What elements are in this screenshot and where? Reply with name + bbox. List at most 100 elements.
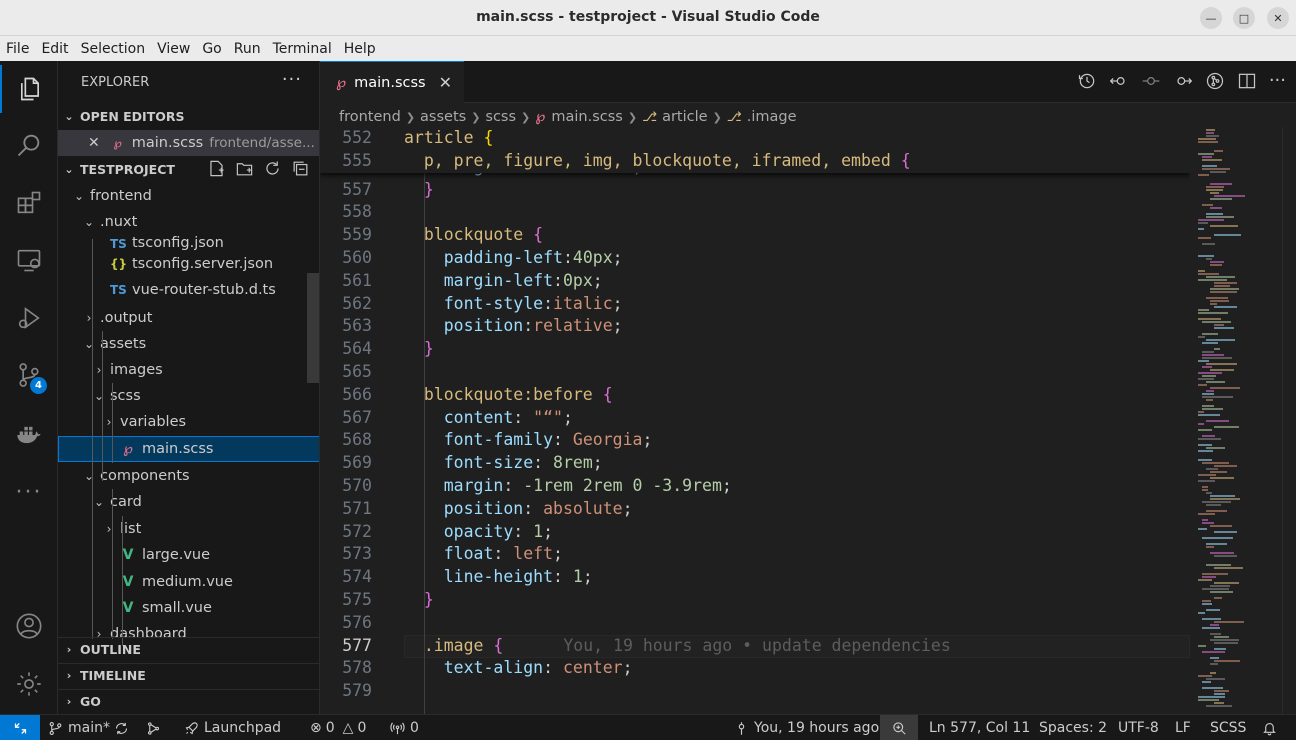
- graph-status[interactable]: [146, 715, 166, 740]
- close-window-button[interactable]: ✕: [1267, 7, 1289, 29]
- collapse-all-icon[interactable]: [291, 159, 310, 178]
- menu-view[interactable]: View: [151, 41, 196, 57]
- timeline-section[interactable]: › TIMELINE: [58, 663, 319, 687]
- minimap-line: [1210, 552, 1234, 554]
- breadcrumb-item[interactable]: scss: [485, 109, 516, 125]
- remote-indicator[interactable]: [0, 715, 40, 740]
- tree-item[interactable]: › list: [58, 516, 319, 542]
- code-editor[interactable]: 552 article {555 p, pre, figure, img, blo…: [320, 127, 1190, 714]
- eol-status[interactable]: LF: [1175, 715, 1191, 740]
- git-commit-icon[interactable]: [1141, 71, 1161, 91]
- manage-activity[interactable]: [0, 660, 58, 708]
- indent-guide: [112, 489, 113, 639]
- docker-activity[interactable]: [0, 411, 58, 459]
- extensions-activity[interactable]: [0, 179, 58, 227]
- sticky-scroll[interactable]: 552 article {555 p, pre, figure, img, blo…: [320, 127, 1190, 173]
- run-debug-activity[interactable]: [0, 294, 58, 342]
- open-editor-item[interactable]: ✕ ℘ main.scss frontend/asse...: [58, 130, 319, 156]
- explorer-activity[interactable]: [0, 65, 58, 113]
- timeline-history-icon[interactable]: [1077, 71, 1097, 91]
- minimize-button[interactable]: —: [1200, 7, 1222, 29]
- minimap-line: [1202, 501, 1231, 503]
- project-section[interactable]: ⌄ TESTPROJECT: [58, 157, 319, 181]
- tree-item[interactable]: ⌄ .nuxt: [58, 209, 319, 235]
- go-section[interactable]: › GO: [58, 689, 319, 713]
- indentation-status[interactable]: Spaces: 2: [1039, 715, 1107, 740]
- minimap-line: [1214, 636, 1229, 638]
- code-line: article {: [404, 128, 494, 147]
- tree-item[interactable]: {} tsconfig.server.json: [58, 251, 319, 277]
- new-folder-icon[interactable]: [235, 159, 254, 178]
- sidebar-scrollbar[interactable]: [307, 273, 319, 383]
- tree-item[interactable]: ℘ main.scss: [58, 436, 319, 462]
- line-number: 563: [342, 316, 372, 336]
- breadcrumb-item[interactable]: article: [662, 109, 707, 125]
- breadcrumb-item[interactable]: main.scss: [551, 109, 622, 125]
- minimap-line: [1202, 354, 1224, 356]
- outline-section[interactable]: › OUTLINE: [58, 637, 319, 661]
- menu-go[interactable]: Go: [196, 41, 227, 57]
- close-editor-icon[interactable]: ✕: [88, 135, 100, 151]
- breadcrumb-item[interactable]: frontend: [339, 109, 401, 125]
- remote-explorer-activity[interactable]: [0, 236, 58, 284]
- tree-item[interactable]: › images: [58, 357, 319, 383]
- menu-file[interactable]: File: [0, 41, 35, 57]
- tree-item[interactable]: TS vue-router-stub.d.ts: [58, 277, 319, 303]
- tree-item[interactable]: ⌄ card: [58, 489, 319, 515]
- minimap-line: [1198, 528, 1207, 530]
- source-control-activity[interactable]: 4: [0, 351, 58, 399]
- tree-item[interactable]: TS tsconfig.json: [58, 235, 319, 251]
- minimap[interactable]: [1192, 127, 1282, 714]
- launchpad-status[interactable]: Launchpad: [184, 715, 281, 740]
- minimap-line: [1202, 204, 1213, 206]
- close-tab-icon[interactable]: ✕: [439, 73, 452, 92]
- open-editors-section[interactable]: ⌄ OPEN EDITORS: [58, 104, 319, 128]
- tree-item[interactable]: › .output: [58, 305, 319, 331]
- tree-item[interactable]: Vsmall.vue: [58, 595, 319, 621]
- new-file-icon[interactable]: [207, 159, 226, 178]
- minimap-line: [1214, 324, 1224, 326]
- line-number: 569: [342, 453, 372, 473]
- split-editor-icon[interactable]: [1237, 71, 1257, 91]
- minimap-line: [1198, 255, 1214, 257]
- tree-item[interactable]: Vlarge.vue: [58, 542, 319, 568]
- breadcrumb-item[interactable]: .image: [747, 109, 797, 125]
- encoding-status[interactable]: UTF-8: [1118, 715, 1159, 740]
- notifications-status[interactable]: [1262, 715, 1282, 740]
- refresh-icon[interactable]: [263, 159, 282, 178]
- tree-item[interactable]: › variables: [58, 409, 319, 435]
- explorer-more-icon[interactable]: ···: [282, 69, 302, 90]
- minimap-line: [1198, 696, 1225, 698]
- sync-status[interactable]: [114, 715, 134, 740]
- tree-item[interactable]: ⌄ scss: [58, 383, 319, 409]
- gitlens-icon[interactable]: [1205, 71, 1225, 91]
- tree-item[interactable]: ⌄ components: [58, 463, 319, 489]
- menu-help[interactable]: Help: [338, 41, 382, 57]
- maximize-button[interactable]: □: [1233, 7, 1255, 29]
- breadcrumb-item[interactable]: assets: [420, 109, 466, 125]
- tree-item[interactable]: ⌄ assets: [58, 331, 319, 357]
- menu-edit[interactable]: Edit: [35, 41, 74, 57]
- cursor-position-status[interactable]: Ln 577, Col 11: [929, 715, 1030, 740]
- menu-run[interactable]: Run: [228, 41, 267, 57]
- go-back-icon[interactable]: [1109, 71, 1129, 91]
- language-status[interactable]: SCSS: [1210, 715, 1246, 740]
- scm-badge: 4: [30, 377, 47, 394]
- search-activity[interactable]: [0, 121, 58, 169]
- more-activity[interactable]: ···: [0, 468, 58, 516]
- problems-status[interactable]: ⊗ 0 △ 0: [310, 715, 366, 740]
- chevron-right-icon: ›: [66, 643, 72, 656]
- go-forward-icon[interactable]: [1173, 71, 1193, 91]
- menu-terminal[interactable]: Terminal: [267, 41, 338, 57]
- branch-status[interactable]: main*: [48, 715, 110, 740]
- tree-item[interactable]: Vmedium.vue: [58, 569, 319, 595]
- ports-status[interactable]: 0: [390, 715, 419, 740]
- tab-main-scss[interactable]: ℘ main.scss ✕: [320, 61, 464, 103]
- tree-item[interactable]: ⌄ frontend: [58, 183, 319, 209]
- accounts-activity[interactable]: [0, 602, 58, 650]
- editor-scrollbar[interactable]: [1282, 127, 1296, 714]
- zoom-status[interactable]: [880, 715, 918, 740]
- more-actions-icon[interactable]: ···: [1269, 71, 1286, 91]
- blame-status[interactable]: You, 19 hours ago: [734, 715, 879, 740]
- menu-selection[interactable]: Selection: [75, 41, 152, 57]
